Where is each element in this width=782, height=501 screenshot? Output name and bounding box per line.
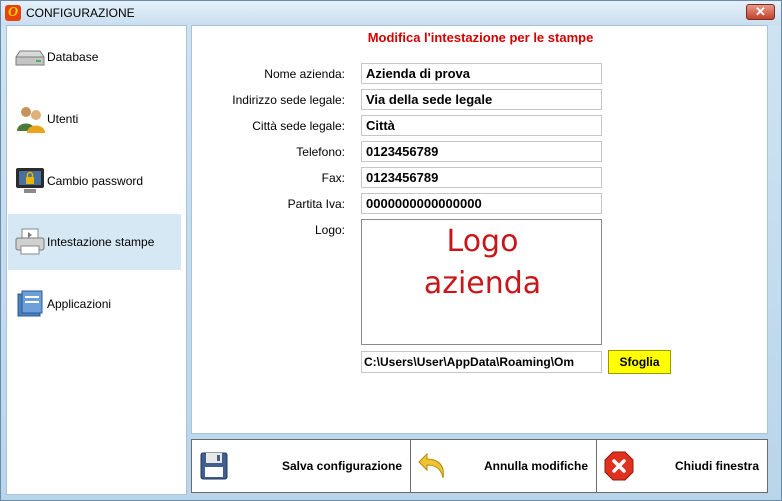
fax-label: Fax: (321, 171, 345, 185)
sidebar-item-applicazioni[interactable]: Applicazioni (8, 276, 181, 332)
address-input[interactable]: Via della sede legale (361, 89, 602, 110)
logo-text-line: azienda (423, 266, 542, 301)
logo-text-line: Logo (446, 224, 519, 259)
vat-input[interactable]: 0000000000000000 (361, 193, 602, 214)
title-bar[interactable]: O CONFIGURAZIONE ✕ (1, 1, 781, 25)
undo-button-label: Annulla modifiche (483, 459, 588, 473)
save-button-label: Salva configurazione (281, 459, 402, 473)
sidebar-item-label: Utenti (47, 112, 79, 126)
logo-path-input[interactable]: C:\Users\User\AppData\Roaming\Om (361, 351, 602, 373)
window-title: CONFIGURAZIONE (26, 6, 135, 20)
logo-preview: Logo azienda (361, 219, 602, 345)
company-name-input[interactable]: Azienda di prova (361, 63, 602, 84)
city-label: Città sede legale: (252, 119, 345, 133)
save-button[interactable]: Salva configurazione (192, 440, 411, 492)
window-close-button[interactable]: ✕ (746, 4, 775, 20)
sidebar-item-cambio-password[interactable]: Cambio password (8, 153, 181, 209)
phone-input[interactable]: 0123456789 (361, 141, 602, 162)
sidebar-item-label: Database (47, 50, 99, 64)
footer-toolbar: Salva configurazione Annulla modifiche C… (191, 439, 768, 493)
app-logo-icon: O (5, 5, 21, 21)
sidebar-item-utenti[interactable]: Utenti (8, 91, 181, 147)
sidebar-item-label: Intestazione stampe (47, 235, 155, 249)
form-panel: Modifica l'intestazione per le stampe No… (191, 25, 768, 434)
undo-arrow-icon (418, 452, 444, 479)
browse-button[interactable]: Sfoglia (608, 350, 671, 374)
vat-label: Partita Iva: (287, 197, 345, 211)
applications-icon (17, 290, 43, 317)
close-window-button[interactable]: Chiudi finestra (597, 440, 767, 492)
phone-label: Telefono: (296, 145, 345, 159)
monitor-lock-icon (16, 168, 44, 193)
sidebar-item-label: Applicazioni (47, 297, 112, 311)
users-icon (17, 107, 45, 133)
undo-button[interactable]: Annulla modifiche (411, 440, 597, 492)
printer-icon (15, 228, 45, 255)
city-input[interactable]: Città (361, 115, 602, 136)
sidebar-item-database[interactable]: Database (8, 29, 181, 85)
hard-drive-icon (15, 50, 45, 66)
fax-input[interactable]: 0123456789 (361, 167, 602, 188)
sidebar-item-label: Cambio password (47, 174, 144, 188)
form-heading: Modifica l'intestazione per le stampe (367, 30, 594, 45)
logo-label: Logo: (314, 223, 345, 237)
close-window-button-label: Chiudi finestra (674, 459, 759, 473)
config-window: O CONFIGURAZIONE ✕ Database Utenti Cambi… (0, 0, 782, 501)
sidebar-item-intestazione-stampe[interactable]: Intestazione stampe (8, 214, 181, 270)
address-label: Indirizzo sede legale: (232, 93, 345, 107)
company-name-label: Nome azienda: (264, 67, 345, 81)
stop-close-icon (604, 451, 634, 481)
floppy-disk-icon (200, 452, 228, 480)
sidebar: Database Utenti Cambio password Intestaz… (6, 25, 187, 495)
